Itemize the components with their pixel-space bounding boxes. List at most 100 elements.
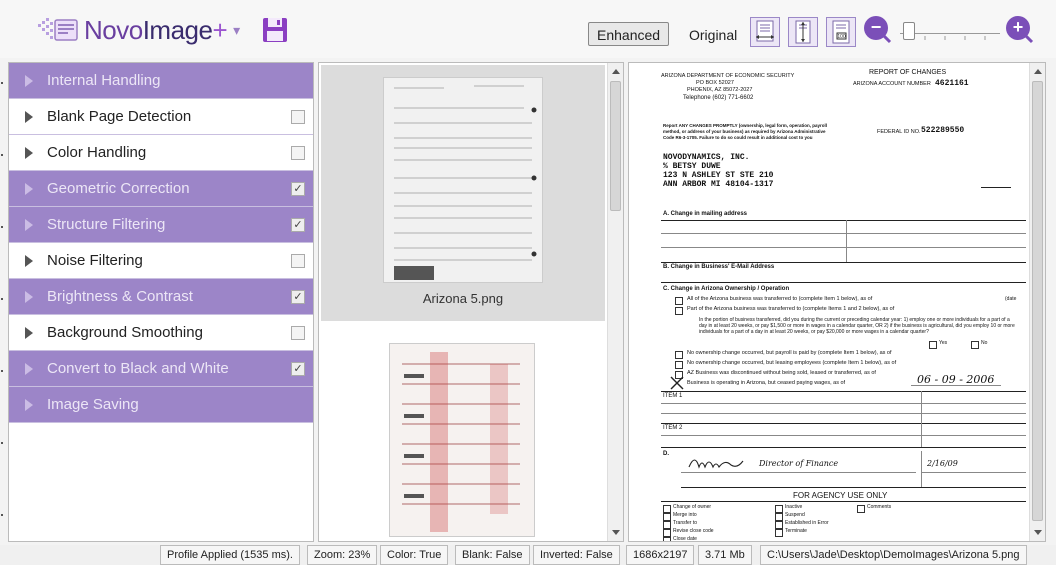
- step-checkbox[interactable]: ✓: [291, 290, 305, 304]
- chevron-down-icon[interactable]: ▾: [233, 22, 240, 39]
- doc-section-a: A. Change in mailing address: [663, 211, 748, 217]
- save-button[interactable]: [262, 17, 288, 43]
- thumbnail-scrollbar[interactable]: [607, 63, 623, 541]
- preview-scrollbar[interactable]: [1029, 63, 1045, 541]
- status-bar: Profile Applied (1535 ms). Zoom: 23% Col…: [0, 545, 1056, 565]
- doc-signature-title: Director of Finance: [759, 459, 839, 468]
- doc-section-c: C. Change in Arizona Ownership / Operati…: [663, 286, 790, 292]
- doc-no: No: [981, 340, 988, 346]
- fit-width-icon: [756, 20, 774, 42]
- expand-arrow-icon[interactable]: [25, 255, 33, 267]
- expand-arrow-icon[interactable]: [25, 363, 33, 375]
- scroll-down-icon[interactable]: [612, 530, 620, 535]
- actual-size-icon: 100: [832, 20, 850, 44]
- expand-arrow-icon[interactable]: [25, 75, 33, 87]
- scroll-up-icon[interactable]: [1034, 69, 1042, 74]
- step-checkbox[interactable]: ✓: [291, 218, 305, 232]
- doc-signature-date: 2/16/09: [927, 459, 958, 468]
- doc-phone: Telephone (602) 771-6602: [683, 95, 754, 101]
- step-brightness-contrast[interactable]: Brightness & Contrast ✓: [9, 279, 313, 315]
- panel-edge-dots: [0, 76, 4, 536]
- expand-arrow-icon[interactable]: [25, 183, 33, 195]
- expand-arrow-icon[interactable]: [25, 399, 33, 411]
- step-label: Convert to Black and White: [47, 360, 229, 377]
- step-checkbox[interactable]: [291, 254, 305, 268]
- toolbar: NovoImage+ ▾ Enhanced Original 100 − +: [0, 0, 1056, 58]
- doc-account-number: 4621161: [935, 79, 969, 88]
- enhanced-toggle[interactable]: Enhanced: [588, 22, 670, 46]
- doc-agency-item: Inactive: [785, 504, 803, 510]
- step-checkbox[interactable]: [291, 110, 305, 124]
- zoom-in-handle-icon: [1024, 34, 1034, 44]
- app-logo-icon: [36, 15, 80, 45]
- doc-agency-item: Suspend: [785, 512, 805, 518]
- fit-height-button[interactable]: [788, 17, 818, 47]
- step-structure-filtering[interactable]: Structure Filtering ✓: [9, 207, 313, 243]
- step-label: Brightness & Contrast: [47, 288, 193, 305]
- zoom-out-handle-icon: [882, 34, 892, 44]
- step-background-smoothing[interactable]: Background Smoothing: [9, 315, 313, 351]
- actual-size-button[interactable]: 100: [826, 17, 856, 47]
- doc-agency-item: Terminate: [785, 528, 807, 534]
- doc-street: 123 N ASHLEY ST STE 210: [663, 171, 774, 180]
- thumbnail-image: [383, 77, 543, 283]
- thumbnail-image[interactable]: [389, 343, 535, 537]
- doc-agency-item: Revise close code: [673, 528, 714, 534]
- scroll-up-icon[interactable]: [612, 69, 620, 74]
- app-title: NovoImage+: [84, 14, 228, 45]
- step-label: Blank Page Detection: [47, 108, 192, 125]
- doc-agency-item: Close date: [673, 536, 697, 542]
- doc-section-d: D.: [663, 451, 669, 457]
- doc-c-line2: Part of the Arizona business was transfe…: [687, 306, 895, 312]
- doc-agency-item: Change of owner: [673, 504, 712, 510]
- status-dimensions: 1686x2197: [626, 545, 695, 565]
- signature-image: [688, 459, 744, 469]
- zoom-in-icon: +: [1012, 17, 1024, 37]
- doc-c-line4: No ownership change occurred, but payrol…: [687, 350, 892, 356]
- zoom-slider-ticks: [909, 36, 986, 40]
- expand-arrow-icon[interactable]: [25, 219, 33, 231]
- doc-company: NOVODYNAMICS, INC.: [663, 153, 750, 162]
- expand-arrow-icon[interactable]: [25, 327, 33, 339]
- zoom-slider-thumb[interactable]: [903, 22, 915, 40]
- doc-po: PO BOX 52027: [696, 80, 734, 86]
- step-noise-filtering[interactable]: Noise Filtering: [9, 243, 313, 279]
- doc-account-label: ARIZONA ACCOUNT NUMBER: [853, 81, 931, 87]
- doc-agency-item: Established in Error: [785, 520, 829, 526]
- doc-fed-number: 522289550: [921, 126, 965, 135]
- doc-city: PHOENIX, AZ 85072-2027: [687, 87, 753, 93]
- status-path: C:\Users\Jade\Desktop\DemoImages\Arizona…: [760, 545, 1027, 565]
- doc-agency-item: Comments: [867, 504, 892, 510]
- fit-width-button[interactable]: [750, 17, 780, 47]
- scroll-down-icon[interactable]: [1034, 530, 1042, 535]
- checkmark-x-icon: [670, 376, 684, 390]
- step-checkbox[interactable]: ✓: [291, 362, 305, 376]
- scrollbar-thumb[interactable]: [1032, 81, 1043, 521]
- step-image-saving[interactable]: Image Saving: [9, 387, 313, 423]
- expand-arrow-icon[interactable]: [25, 291, 33, 303]
- doc-instruction: Report ANY CHANGES PROMPTLY (ownership, …: [663, 123, 828, 140]
- thumbnail-item[interactable]: Arizona 5.png: [321, 65, 605, 321]
- step-checkbox[interactable]: [291, 326, 305, 340]
- scrollbar-thumb[interactable]: [610, 81, 621, 211]
- step-label: Noise Filtering: [47, 252, 143, 269]
- status-inverted: Inverted: False: [533, 545, 620, 565]
- step-blank-page-detection[interactable]: Blank Page Detection: [9, 99, 313, 135]
- doc-c-line5: No ownership change occurred, but leasin…: [687, 360, 897, 366]
- step-checkbox[interactable]: [291, 146, 305, 160]
- original-toggle[interactable]: Original: [680, 22, 746, 46]
- step-color-handling[interactable]: Color Handling: [9, 135, 313, 171]
- doc-report-title: REPORT OF CHANGES: [869, 69, 947, 76]
- doc-section-b: B. Change in Business' E-Mail Address: [663, 264, 775, 270]
- app-logo[interactable]: NovoImage+ ▾: [36, 14, 240, 46]
- status-blank: Blank: False: [455, 545, 530, 565]
- step-convert-to-black-and-white[interactable]: Convert to Black and White ✓: [9, 351, 313, 387]
- doc-agency-item: Transfer to: [673, 520, 697, 526]
- zoom-slider-track[interactable]: [900, 33, 1000, 34]
- expand-arrow-icon[interactable]: [25, 111, 33, 123]
- step-internal-handling[interactable]: Internal Handling: [9, 63, 313, 99]
- step-checkbox[interactable]: ✓: [291, 182, 305, 196]
- step-label: Color Handling: [47, 144, 147, 161]
- step-geometric-correction[interactable]: Geometric Correction ✓: [9, 171, 313, 207]
- expand-arrow-icon[interactable]: [25, 147, 33, 159]
